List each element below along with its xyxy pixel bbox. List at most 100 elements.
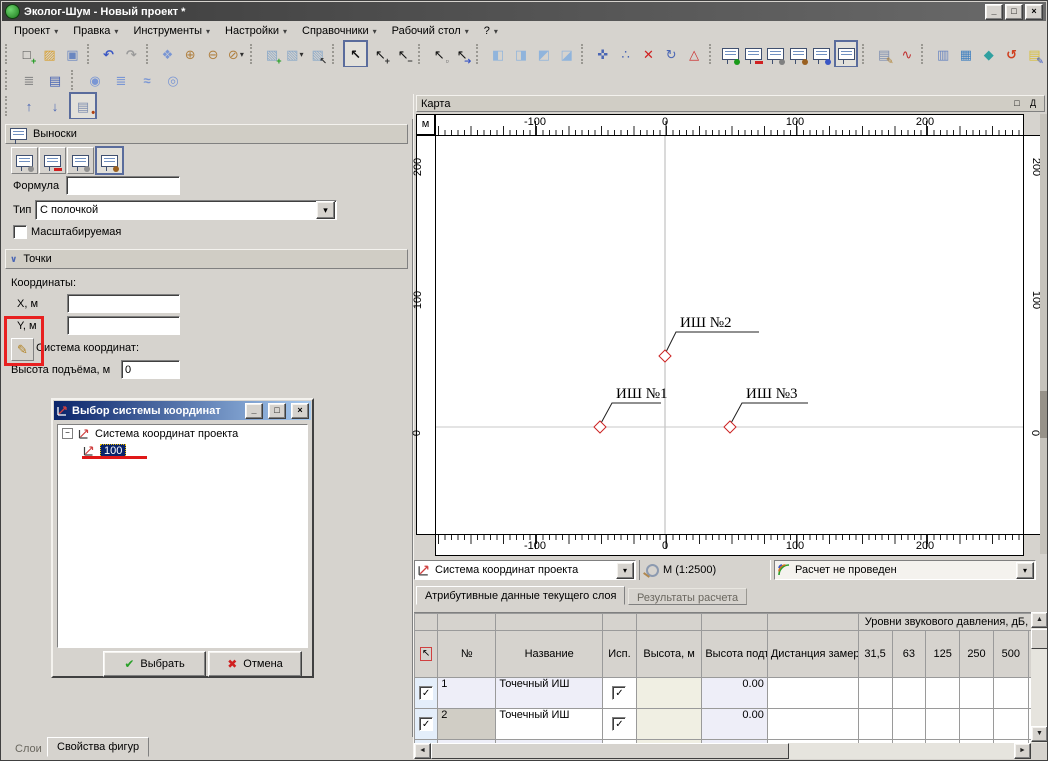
- point-callout-label[interactable]: ИШ №3: [746, 386, 798, 402]
- close-button[interactable]: ×: [1025, 4, 1043, 20]
- tab-calc-results[interactable]: Результаты расчета: [628, 588, 747, 605]
- table-row[interactable]: ✓ 2 Точечный ИШ ✓ 0.00: [415, 709, 1032, 740]
- freq-cell[interactable]: [960, 678, 994, 709]
- freq-cell[interactable]: [960, 709, 994, 740]
- scroll-left-button[interactable]: ◄: [414, 743, 431, 759]
- col-use[interactable]: Исп.: [603, 631, 637, 678]
- pan-button[interactable]: ❖: [157, 42, 178, 66]
- col-name[interactable]: Название: [496, 631, 603, 678]
- row-checkbox-cell[interactable]: ✓: [415, 709, 438, 740]
- menu-desktop[interactable]: Рабочий стол▾: [384, 23, 476, 39]
- zoom-out-button[interactable]: ⊖: [203, 42, 224, 66]
- row-checkbox-cell[interactable]: ✓: [415, 678, 438, 709]
- toolbar-grip[interactable]: [5, 70, 12, 90]
- panel-up-button[interactable]: ↑: [17, 94, 41, 118]
- noise-point-marker[interactable]: [659, 350, 671, 362]
- distance-cell[interactable]: [767, 709, 858, 740]
- eraser-button[interactable]: ◆: [978, 42, 999, 66]
- formula-input[interactable]: [66, 176, 180, 195]
- rotate-figure-button[interactable]: ↻: [661, 42, 682, 66]
- col-125[interactable]: 125: [926, 631, 960, 678]
- print-button[interactable]: ≣: [17, 68, 41, 92]
- shape-exclude-button[interactable]: ◪: [556, 42, 577, 66]
- type-combobox[interactable]: С полочкой ▾: [35, 200, 337, 220]
- callouts-section-header[interactable]: Выноски: [5, 124, 408, 144]
- open-project-button[interactable]: ▨: [39, 42, 60, 66]
- lift-height-input[interactable]: [121, 360, 180, 379]
- select-button[interactable]: ✔ Выбрать: [103, 651, 206, 677]
- num-cell[interactable]: 1: [438, 678, 496, 709]
- callout-target-button[interactable]: [811, 42, 832, 66]
- col-63[interactable]: 63: [892, 631, 926, 678]
- use-checkbox[interactable]: ✓: [612, 686, 626, 700]
- toolbar-grip[interactable]: [250, 44, 256, 64]
- map-vertical-scrollbar[interactable]: [1040, 114, 1047, 554]
- save-project-button[interactable]: ▣: [62, 42, 83, 66]
- chevron-down-icon[interactable]: ▾: [316, 201, 335, 219]
- zoom-in-button[interactable]: ⊕: [180, 42, 201, 66]
- toolbar-grip[interactable]: [476, 44, 482, 64]
- height-cell[interactable]: [636, 678, 702, 709]
- distance-cell[interactable]: [767, 678, 858, 709]
- row-checkbox[interactable]: ✓: [419, 686, 433, 700]
- tree-expander-icon[interactable]: −: [62, 428, 73, 439]
- table-vertical-scrollbar[interactable]: ▲ ▼: [1031, 612, 1048, 743]
- callout-point-button[interactable]: [765, 42, 786, 66]
- use-cell[interactable]: ✓: [603, 678, 637, 709]
- freq-cell[interactable]: [858, 709, 892, 740]
- shape-union-button[interactable]: ◧: [488, 42, 509, 66]
- freq-cell[interactable]: [892, 709, 926, 740]
- map-pin-button[interactable]: Д: [1026, 97, 1040, 110]
- barrier-button[interactable]: ≣: [109, 68, 133, 92]
- point-callout-label[interactable]: ИШ №2: [680, 315, 732, 331]
- toolbar-grip[interactable]: [418, 44, 424, 64]
- x-input[interactable]: [67, 294, 180, 313]
- shape-subtract-button[interactable]: ◨: [511, 42, 532, 66]
- maximize-button[interactable]: □: [1005, 4, 1023, 20]
- table-horizontal-scrollbar[interactable]: ◄ ►: [414, 743, 1031, 759]
- col-500[interactable]: 500: [993, 631, 1028, 678]
- delete-figure-button[interactable]: ✕: [638, 42, 659, 66]
- edit-contour-button[interactable]: △: [684, 42, 705, 66]
- layers-book-button[interactable]: ▤: [43, 68, 67, 92]
- select-tool-button[interactable]: ↖: [343, 40, 368, 68]
- toolbar-grip[interactable]: [71, 70, 78, 90]
- map-canvas[interactable]: ИШ №1 ИШ №2 ИШ №3: [435, 135, 1024, 535]
- menu-edit[interactable]: Правка▾: [65, 23, 125, 39]
- select-move-button[interactable]: ↖➜: [452, 42, 473, 66]
- dialog-close-button[interactable]: ×: [291, 403, 309, 419]
- toolbar-grip[interactable]: [5, 44, 11, 64]
- scrollbar-thumb[interactable]: [1031, 629, 1048, 649]
- select-add-button[interactable]: ↖+: [370, 42, 391, 66]
- table-row[interactable]: ✓ 1 Точечный ИШ ✓ 0.00: [415, 678, 1032, 709]
- tab-attribute-data[interactable]: Атрибутивные данные текущего слоя: [416, 586, 625, 605]
- shape-intersect-button[interactable]: ◩: [533, 42, 554, 66]
- noise-point-marker[interactable]: [594, 421, 606, 433]
- select-all-header[interactable]: ↖: [415, 631, 438, 678]
- col-31-5[interactable]: 31,5: [858, 631, 892, 678]
- toolbar-grip[interactable]: [862, 44, 868, 64]
- panel-pin-button[interactable]: ▤•: [69, 92, 97, 120]
- chevron-down-icon[interactable]: ▾: [616, 562, 634, 579]
- callout-delete-small-button[interactable]: [39, 147, 66, 174]
- minimize-button[interactable]: _: [985, 4, 1003, 20]
- cancel-button[interactable]: ✖ Отмена: [208, 651, 302, 677]
- toolbar-grip[interactable]: [581, 44, 587, 64]
- scrollbar-thumb[interactable]: [431, 743, 789, 759]
- col-distance[interactable]: Дистанция замера (расчёта), м: [767, 631, 858, 678]
- use-checkbox[interactable]: ✓: [612, 717, 626, 731]
- tab-layers[interactable]: Слои: [5, 739, 52, 759]
- chevron-down-icon[interactable]: ▾: [1016, 562, 1034, 579]
- select-copy-button[interactable]: ↖▫: [429, 42, 450, 66]
- redo-button[interactable]: ↷: [121, 42, 142, 66]
- toolbar-grip[interactable]: [332, 44, 338, 64]
- freq-cell[interactable]: [926, 709, 960, 740]
- name-cell[interactable]: Точечный ИШ: [496, 709, 603, 740]
- calc-status-combobox[interactable]: Расчет не проведен ▾: [774, 560, 1036, 580]
- lift-cell[interactable]: 0.00: [702, 709, 768, 740]
- menu-tools[interactable]: Инструменты▾: [125, 23, 217, 39]
- col-lift[interactable]: Высота подъема, м: [702, 631, 768, 678]
- new-project-button[interactable]: □+: [16, 42, 37, 66]
- tab-figure-properties[interactable]: Свойства фигур: [47, 737, 149, 757]
- menu-project[interactable]: Проект▾: [6, 23, 65, 39]
